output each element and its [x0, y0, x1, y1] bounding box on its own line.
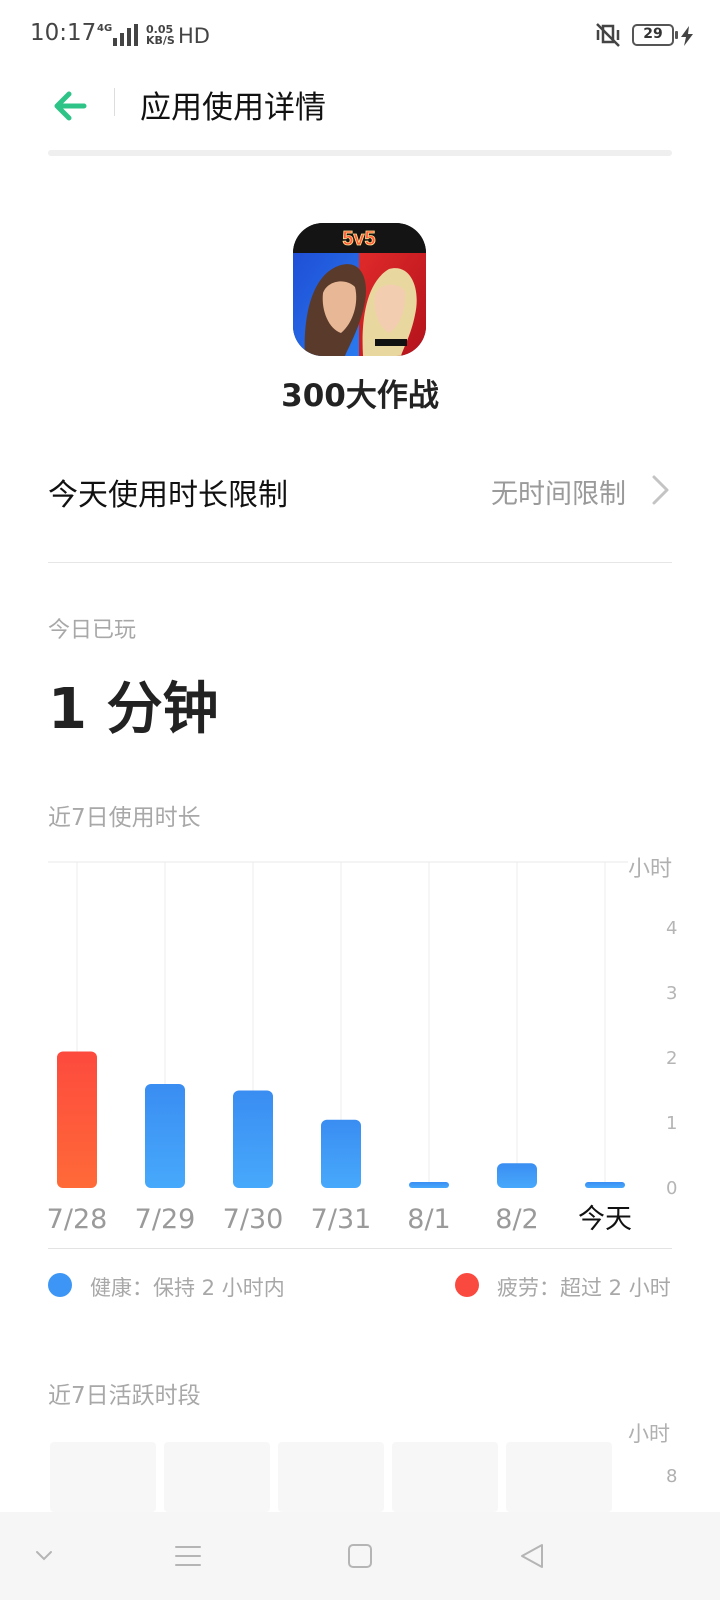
- chart-bar: [409, 1182, 449, 1188]
- legend-healthy: 健康：保持 2 小时内: [48, 1272, 308, 1302]
- chart-bar: [497, 1163, 537, 1188]
- chart-bar: [57, 1051, 97, 1188]
- chart-x-label: 7/31: [311, 1204, 372, 1235]
- chart-x-label: 8/2: [495, 1204, 538, 1235]
- system-nav-bar: [0, 1512, 720, 1600]
- menu-icon: [175, 1546, 201, 1566]
- chart-y-tick-label: 4: [666, 918, 677, 939]
- active-periods-title: 近7日活跃时段: [48, 1383, 201, 1409]
- app-header: 应用使用详情: [0, 72, 720, 152]
- back-arrow-icon[interactable]: [50, 86, 90, 126]
- today-played-label: 今日已玩: [48, 618, 137, 643]
- chart-x-label: 今天: [578, 1204, 632, 1235]
- chevron-down-icon: [36, 1551, 52, 1561]
- time-limit-label: 今天使用时长限制: [48, 478, 288, 513]
- status-bar: 10:17 4G 0.05 KB/S HD 29: [0, 0, 720, 72]
- nav-home-button[interactable]: [320, 1512, 400, 1600]
- header-divider-bar: [48, 150, 672, 156]
- status-time: 10:17: [30, 20, 97, 46]
- page-title: 应用使用详情: [140, 90, 326, 126]
- chart-y-tick-label: 0: [666, 1178, 677, 1199]
- home-square-icon: [348, 1544, 372, 1568]
- active-period-cell: [506, 1442, 612, 1512]
- chart-y-tick-label: 2: [666, 1048, 677, 1069]
- active-periods-unit: 小时: [628, 1422, 670, 1446]
- nav-menu-button[interactable]: [148, 1512, 228, 1600]
- nav-back-button[interactable]: [492, 1512, 572, 1600]
- legend-tired-dot: [455, 1273, 479, 1297]
- active-period-cell: [164, 1442, 270, 1512]
- legend-tired-label: 疲劳：超过 2 小时: [497, 1276, 671, 1300]
- time-limit-row[interactable]: 今天使用时长限制 无时间限制: [48, 462, 672, 518]
- active-period-cell: [278, 1442, 384, 1512]
- back-triangle-icon: [521, 1544, 543, 1568]
- active-period-cell: [50, 1442, 156, 1512]
- chart-x-label: 7/30: [223, 1204, 284, 1235]
- app-icon-badge: 5v5: [342, 228, 375, 250]
- chart-title: 近7日使用时长: [48, 805, 201, 831]
- section-divider: [48, 562, 672, 563]
- chart-bar: [321, 1119, 361, 1188]
- chart-bar: [233, 1090, 273, 1188]
- chart-unit-label: 小时: [628, 857, 672, 882]
- vibrate-mute-icon: [596, 23, 620, 47]
- app-icon: 5v5: [293, 223, 426, 356]
- chart-x-label: 7/28: [47, 1204, 108, 1235]
- legend-healthy-label: 健康：保持 2 小时内: [90, 1276, 285, 1300]
- chevron-right-icon: [652, 475, 669, 505]
- legend-tired: 疲劳：超过 2 小时: [455, 1272, 675, 1302]
- usage-bar-chart: 小时 4 3 2 1 0 7/28 7/29 7/30 7/31 8/1 8/2 今天: [47, 857, 678, 1235]
- time-limit-value: 无时间限制: [491, 479, 626, 510]
- speed-unit: KB/S: [146, 34, 175, 47]
- chart-x-label: 8/1: [407, 1204, 450, 1235]
- today-played-value: 1 分钟: [48, 677, 219, 742]
- charging-icon: [681, 26, 693, 46]
- chart-y-tick-label: 1: [666, 1113, 677, 1134]
- active-periods-tick: 8: [666, 1466, 678, 1487]
- chart-bar: [585, 1182, 625, 1188]
- legend-healthy-dot: [48, 1273, 72, 1297]
- network-speed: 0.05 KB/S: [146, 24, 175, 46]
- battery-icon: 29: [632, 24, 678, 46]
- chart-x-label: 7/29: [135, 1204, 196, 1235]
- network-type: 4G: [97, 23, 113, 34]
- chart-baseline-divider: [48, 1248, 672, 1249]
- nav-hide-button[interactable]: [4, 1512, 84, 1600]
- header-divider: [114, 88, 115, 116]
- hd-indicator: HD: [178, 24, 210, 48]
- chart-y-tick-label: 3: [666, 983, 677, 1004]
- signal-icon: [113, 24, 138, 46]
- app-name: 300大作战: [281, 378, 439, 414]
- active-period-cell: [392, 1442, 498, 1512]
- chart-bar: [145, 1084, 185, 1188]
